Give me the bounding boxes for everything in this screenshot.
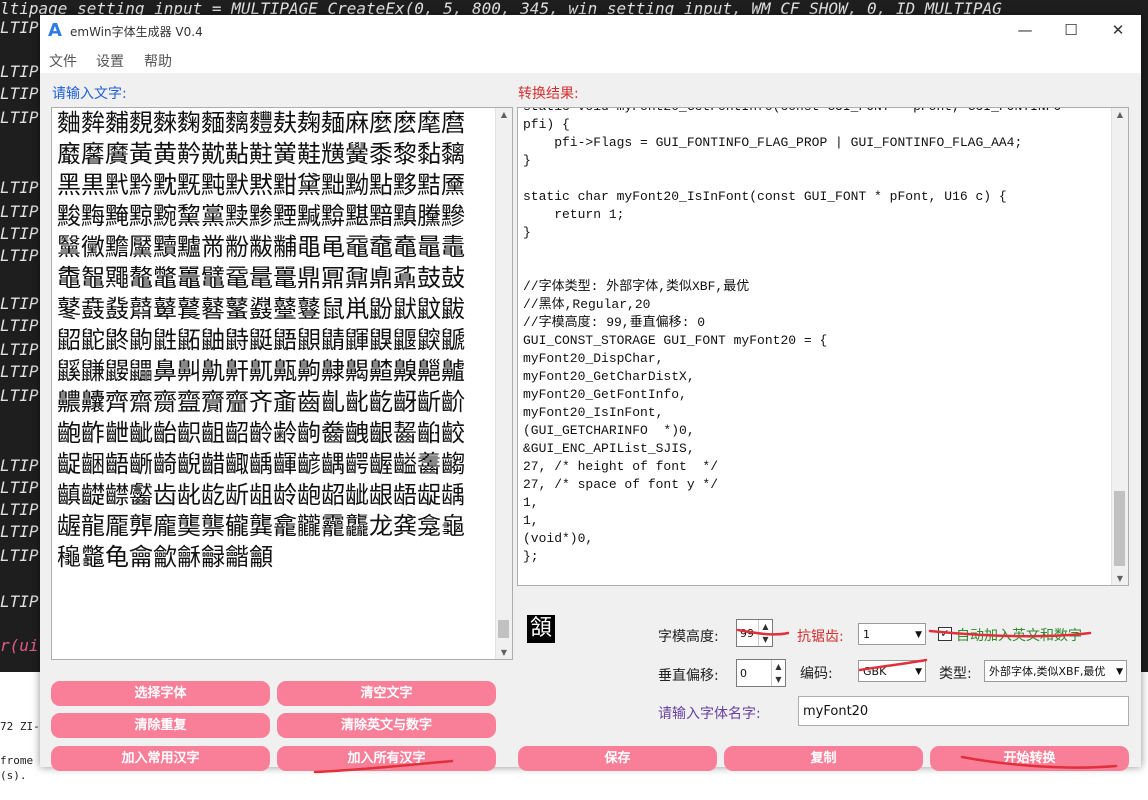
editor-gutter-line: LTIP [0,592,39,611]
output-textarea[interactable]: static void myFont20_GetFontInfo(const G… [517,107,1129,586]
clear-text-button[interactable]: 清空文字 [277,681,496,706]
check-icon: ✓ [940,627,950,640]
type-label: 类型: [939,666,972,682]
save-button[interactable]: 保存 [518,746,717,771]
input-textarea[interactable]: 麯麰麱麲麳麴麵麶麷麸麹麺麻麼麽麾麿黀黁黂黃黄黅黆黇黈黉黊黋黌黍黎黏黐黑黒黓黔黕黖… [51,107,513,660]
font-name-input[interactable]: myFont20 [798,696,1129,726]
scroll-up-arrow-icon[interactable]: ▲ [496,110,512,119]
copy-button[interactable]: 复制 [724,746,923,771]
start-convert-button[interactable]: 开始转换 [930,746,1129,771]
input-text-content: 麯麰麱麲麳麴麵麶麷麸麹麺麻麼麽麾麿黀黁黂黃黄黅黆黇黈黉黊黋黌黍黎黏黐黑黒黓黔黕黖… [57,109,465,571]
select-font-button[interactable]: 选择字体 [51,681,270,706]
scroll-thumb[interactable] [498,620,509,638]
scroll-up-arrow-icon[interactable]: ▲ [1112,110,1128,119]
terminal-line: (s). [0,769,27,782]
app-window: A emWin字体生成器 V0.4 — ☐ ✕ 文件 设置 帮助 请输入文字: … [40,15,1141,771]
vertical-offset-label: 垂直偏移: [658,668,719,684]
font-name-label: 请输入字体名字: [658,706,761,722]
editor-gutter-line: LTIP [0,202,39,221]
title-bar: A emWin字体生成器 V0.4 — ☐ ✕ [40,15,1141,47]
spinner-arrows-icon[interactable]: ▲ ▼ [771,660,785,686]
editor-gutter-line: LTIP [0,500,39,519]
editor-gutter-line: LTIP [0,108,39,127]
app-logo-icon: A [48,20,62,41]
editor-gutter-line: LTIP [0,316,39,335]
spinner-arrows-icon[interactable]: ▲ ▼ [758,620,772,646]
glyph-height-spinner[interactable]: 99 ▲ ▼ [736,619,773,647]
antialias-label: 抗锯齿: [797,629,844,645]
editor-gutter-line: LTIP [0,456,39,475]
terminal-line: 72 ZI- [0,720,40,733]
remove-duplicates-button[interactable]: 清除重复 [51,713,270,738]
editor-gutter-line: LTIP [0,522,39,541]
scroll-down-arrow-icon[interactable]: ▼ [496,648,512,657]
menu-help[interactable]: 帮助 [144,51,172,71]
editor-gutter-line: LTIP [0,62,39,81]
auto-add-label: 自动加入英文和数字 [956,628,1082,644]
antialias-value: 1 [863,628,870,641]
output-code: static void myFont20_GetFontInfo(const G… [523,108,1069,564]
encoding-select[interactable]: GBK ▼ [858,660,926,682]
vertical-offset-value: 0 [740,667,747,680]
vertical-offset-spinner[interactable]: 0 ▲ ▼ [736,659,786,687]
chevron-down-icon: ▼ [1114,661,1123,681]
input-text-label: 请输入文字: [52,86,127,102]
scroll-down-arrow-icon[interactable]: ▼ [1112,574,1128,583]
editor-gutter-line: LTIP [0,18,39,37]
editor-gutter-line: LTIP [0,84,39,103]
close-button[interactable]: ✕ [1103,21,1133,39]
scroll-thumb[interactable] [1114,491,1125,566]
input-scrollbar[interactable]: ▲ ▼ [495,108,512,659]
menu-settings[interactable]: 设置 [96,51,124,71]
editor-gutter-line: LTIP [0,478,39,497]
encoding-label: 编码: [800,666,833,682]
editor-gutter-line: LTIP [0,386,39,405]
editor-gutter-line: LTIP [0,294,39,313]
menu-file[interactable]: 文件 [49,51,77,71]
glyph-height-label: 字模高度: [658,629,719,645]
editor-gutter-line: LTIP [0,546,39,565]
editor-gutter-line: LTIP [0,224,39,243]
chevron-down-icon: ▼ [915,630,922,640]
editor-gutter-line: r(ui [0,636,39,655]
output-scrollbar[interactable]: ▲ ▼ [1111,108,1128,585]
main-content: 请输入文字: 麯麰麱麲麳麴麵麶麷麸麹麺麻麼麽麾麿黀黁黂黃黄黅黆黇黈黉黊黋黌黍黎黏… [40,73,1141,771]
glyph-height-value: 99 [740,627,754,640]
output-result-label: 转换结果: [518,86,579,102]
encoding-value: GBK [863,665,887,678]
chevron-down-icon: ▼ [915,667,922,677]
antialias-select[interactable]: 1 ▼ [858,623,926,645]
window-title: emWin字体生成器 V0.4 [70,25,203,39]
auto-add-checkbox[interactable]: ✓ [938,627,952,641]
editor-gutter-line: LTIP [0,178,39,197]
editor-gutter-line: LTIP [0,362,39,381]
type-value: 外部字体,类似XBF,最优 [989,665,1106,678]
add-all-hanzi-button[interactable]: 加入所有汉字 [277,746,496,771]
menu-bar: 文件 设置 帮助 [40,49,1141,73]
terminal-line: frome [0,754,34,767]
editor-gutter-line: LTIP [0,340,39,359]
type-select[interactable]: 外部字体,类似XBF,最优 ▼ [984,660,1127,682]
glyph-preview: 頷 [527,615,555,643]
editor-gutter-line: LTIP [0,246,39,265]
add-common-hanzi-button[interactable]: 加入常用汉字 [51,746,270,771]
maximize-button[interactable]: ☐ [1056,21,1086,39]
remove-alnum-button[interactable]: 清除英文与数字 [277,713,496,738]
minimize-button[interactable]: — [1010,21,1040,39]
